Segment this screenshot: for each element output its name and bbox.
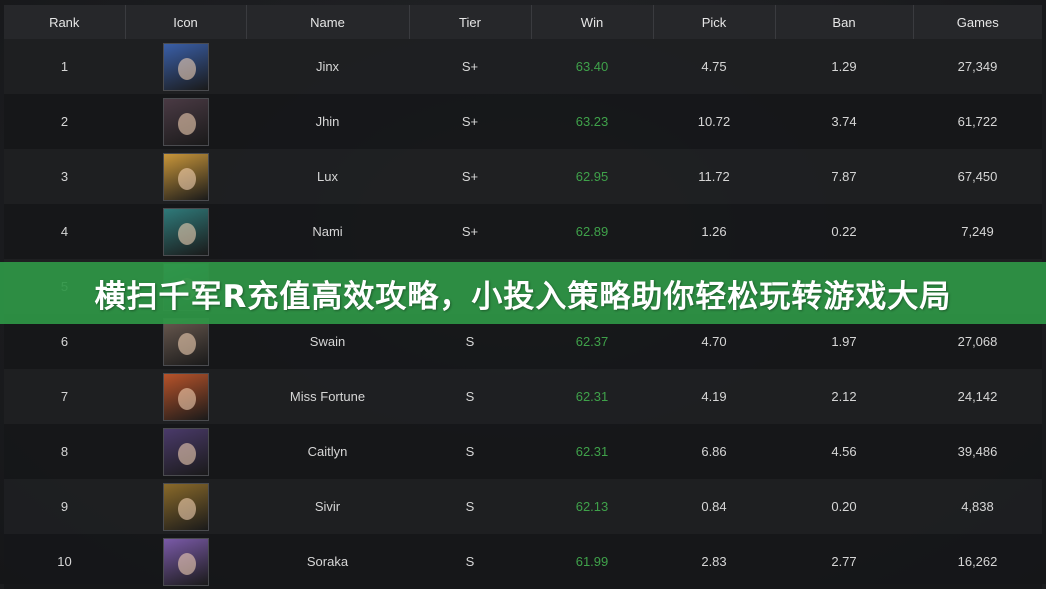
icon-cell <box>125 204 246 259</box>
cell-tier: S <box>465 389 475 404</box>
icon-cell <box>125 369 246 424</box>
cell-games: 24,142 <box>957 389 998 404</box>
header-icon[interactable]: Icon <box>125 5 247 39</box>
cell-pick: 11.72 <box>698 169 730 184</box>
cell-tier: S <box>465 444 475 459</box>
cell-ban: 0.22 <box>831 224 857 239</box>
cell-pick: 10.72 <box>697 114 731 129</box>
table-row[interactable]: 10 Soraka S 61.99 2.83 2.77 16,262 <box>4 534 1042 589</box>
icon-cell <box>125 424 246 479</box>
nami-portrait-icon <box>162 207 209 256</box>
swain-portrait-icon <box>162 317 209 366</box>
table-row[interactable]: 7 Miss Fortune S 62.31 4.19 2.12 24,142 <box>4 369 1042 424</box>
jinx-portrait-icon <box>162 42 209 91</box>
cell-win: 62.31 <box>575 389 609 404</box>
lux-portrait-icon <box>162 152 209 201</box>
cell-win: 62.89 <box>575 224 609 239</box>
cell-name[interactable]: Sivir <box>246 479 409 534</box>
cell-pick: 6.86 <box>701 444 727 459</box>
header-games[interactable]: Games <box>913 5 1042 39</box>
cell-rank: 7 <box>60 389 69 404</box>
cell-win: 62.13 <box>575 499 609 514</box>
header-pick[interactable]: Pick <box>653 5 776 39</box>
cell-ban: 0.20 <box>831 499 857 514</box>
sivir-portrait-icon <box>162 482 209 531</box>
cell-rank: 1 <box>60 59 69 74</box>
cell-win: 62.31 <box>575 444 609 459</box>
cell-win: 61.99 <box>575 554 609 569</box>
table-row[interactable]: 4 Nami S+ 62.89 1.26 0.22 7,249 <box>4 204 1042 259</box>
cell-name[interactable]: Jinx <box>246 39 409 94</box>
cell-games: 7,249 <box>961 224 994 239</box>
icon-cell <box>125 94 246 149</box>
cell-win: 63.23 <box>575 114 609 129</box>
cell-tier: S+ <box>461 224 479 239</box>
header-rank[interactable]: Rank <box>4 5 126 39</box>
cell-tier: S+ <box>461 59 479 74</box>
table-row[interactable]: 9 Sivir S 62.13 0.84 0.20 4,838 <box>4 479 1042 534</box>
cell-games: 61,722 <box>957 114 998 129</box>
cell-name[interactable]: Lux <box>246 149 409 204</box>
cell-games: 4,838 <box>961 499 994 514</box>
cell-name[interactable]: Nami <box>246 204 409 259</box>
cell-rank: 3 <box>60 169 69 184</box>
cell-win: 62.95 <box>575 169 609 184</box>
icon-cell <box>125 39 246 94</box>
header-tier[interactable]: Tier <box>409 5 532 39</box>
cell-ban: 2.12 <box>831 389 857 404</box>
table-row[interactable]: 3 Lux S+ 62.95 11.72 7.87 67,450 <box>4 149 1042 204</box>
table-row[interactable]: 2 Jhin S+ 63.23 10.72 3.74 61,722 <box>4 94 1042 149</box>
cell-rank: 10 <box>57 554 72 569</box>
cell-ban: 1.29 <box>831 59 857 74</box>
cell-pick: 1.26 <box>701 224 727 239</box>
icon-cell <box>125 479 246 534</box>
header-win[interactable]: Win <box>531 5 654 39</box>
jhin-portrait-icon <box>162 97 209 146</box>
cell-name[interactable]: Caitlyn <box>246 424 409 479</box>
cell-rank: 8 <box>60 444 69 459</box>
table-row[interactable]: 8 Caitlyn S 62.31 6.86 4.56 39,486 <box>4 424 1042 479</box>
cell-win: 63.40 <box>575 59 609 74</box>
cell-ban: 7.87 <box>831 169 857 184</box>
cell-games: 16,262 <box>957 554 998 569</box>
cell-pick: 0.84 <box>701 499 727 514</box>
header-ban[interactable]: Ban <box>775 5 914 39</box>
cell-pick: 4.75 <box>701 59 727 74</box>
promo-banner: 横扫千军R充值高效攻略，小投入策略助你轻松玩转游戏大局 <box>0 262 1046 324</box>
cell-ban: 3.74 <box>831 114 857 129</box>
banner-title: 横扫千军R充值高效攻略，小投入策略助你轻松玩转游戏大局 <box>94 278 952 315</box>
cell-rank: 9 <box>60 499 69 514</box>
soraka-portrait-icon <box>162 537 209 586</box>
cell-ban: 2.77 <box>831 554 857 569</box>
cell-tier: S+ <box>461 169 479 184</box>
cell-pick: 2.83 <box>701 554 727 569</box>
cell-tier: S <box>465 554 475 569</box>
cell-name[interactable]: Jhin <box>246 94 409 149</box>
cell-tier: S+ <box>461 114 479 129</box>
cell-ban: 4.56 <box>831 444 857 459</box>
miss-fortune-portrait-icon <box>162 372 209 421</box>
table-header-row: Rank Icon Name Tier Win Pick Ban Games <box>4 5 1042 39</box>
caitlyn-portrait-icon <box>162 427 209 476</box>
icon-cell <box>125 149 246 204</box>
table-row[interactable]: 1 Jinx S+ 63.40 4.75 1.29 27,349 <box>4 39 1042 94</box>
cell-games: 39,486 <box>957 444 998 459</box>
cell-name[interactable]: Miss Fortune <box>246 369 409 424</box>
header-name[interactable]: Name <box>246 5 410 39</box>
cell-name[interactable]: Soraka <box>246 534 409 589</box>
cell-rank: 4 <box>60 224 69 239</box>
screenshot-frame: Rank Icon Name Tier Win Pick Ban Games 1… <box>0 0 1046 589</box>
cell-pick: 4.19 <box>701 389 727 404</box>
cell-games: 27,349 <box>957 59 998 74</box>
cell-rank: 2 <box>60 114 69 129</box>
cell-tier: S <box>465 499 475 514</box>
cell-games: 67,450 <box>957 169 998 184</box>
icon-cell <box>125 534 246 589</box>
